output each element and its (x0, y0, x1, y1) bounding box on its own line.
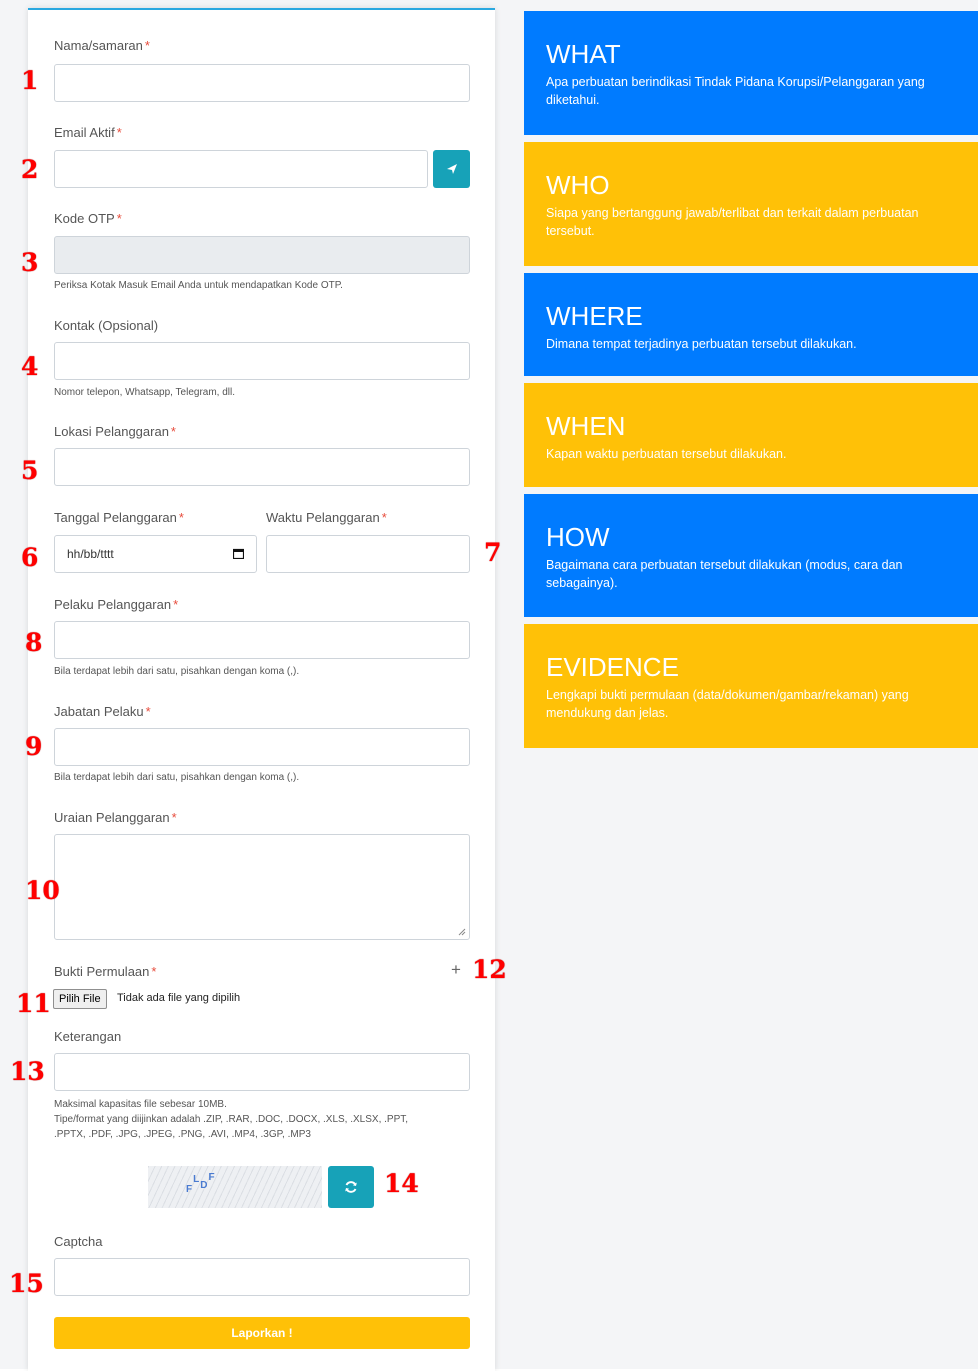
contact-help: Nomor telepon, Whatsapp, Telegram, dll. (54, 387, 236, 398)
file-format-help-2: .PPTX, .PDF, .JPG, .JPEG, .PNG, .AVI, .M… (54, 1129, 311, 1140)
annotation-15: 15 (9, 1269, 44, 1298)
annotation-1: 1 (21, 66, 39, 95)
perpetrator-input[interactable] (54, 621, 470, 659)
file-format-help-1: Tipe/format yang diijinkan adalah .ZIP, … (54, 1114, 409, 1125)
date-label: Tanggal Pelanggaran * (54, 510, 184, 525)
annotation-10: 10 (25, 876, 60, 905)
annotation-14: 14 (384, 1169, 419, 1198)
info-how: HOW Bagaimana cara perbuatan tersebut di… (524, 494, 978, 617)
calendar-icon[interactable] (233, 548, 244, 559)
time-input[interactable] (266, 535, 470, 573)
annotation-12: 12 (472, 955, 507, 984)
info-what-title: WHAT (546, 39, 621, 69)
annotation-3: 3 (21, 248, 39, 277)
annotation-7: 7 (484, 538, 502, 567)
plus-icon[interactable]: + (451, 961, 461, 978)
info-who-desc: Siapa yang bertanggung jawab/terlibat da… (546, 206, 919, 238)
info-who: WHO Siapa yang bertanggung jawab/terliba… (524, 142, 978, 266)
refresh-captcha-button[interactable] (328, 1166, 374, 1208)
note-label: Keterangan (54, 1029, 122, 1044)
location-input[interactable] (54, 448, 470, 486)
note-input[interactable] (54, 1053, 470, 1091)
annotation-13: 13 (10, 1057, 45, 1086)
contact-label: Kontak (Opsional) (54, 318, 159, 333)
info-when-title: WHEN (546, 411, 626, 441)
email-input[interactable] (54, 150, 428, 188)
refresh-icon (345, 1181, 357, 1193)
location-label: Lokasi Pelanggaran * (54, 424, 176, 439)
submit-report-button[interactable]: Laporkan ! (54, 1317, 470, 1349)
info-evidence-title: EVIDENCE (546, 652, 679, 682)
file-size-help: Maksimal kapasitas file sebesar 10MB. (54, 1099, 227, 1110)
send-otp-button[interactable] (433, 150, 470, 188)
date-placeholder: hh/bb/tttt (67, 547, 114, 561)
annotation-8: 8 (25, 628, 43, 657)
info-evidence: EVIDENCE Lengkapi bukti permulaan (data/… (524, 624, 978, 748)
name-input[interactable] (54, 64, 470, 102)
name-label: Nama/samaran * (54, 38, 150, 53)
otp-label: Kode OTP * (54, 211, 122, 226)
choose-file-button[interactable]: Pilih File (53, 989, 107, 1009)
annotation-4: 4 (21, 352, 39, 381)
description-textarea[interactable] (54, 834, 470, 940)
otp-help: Periksa Kotak Masuk Email Anda untuk men… (54, 280, 343, 291)
annotation-6: 6 (21, 543, 39, 572)
info-when-desc: Kapan waktu perbuatan tersebut dilakukan… (546, 447, 787, 461)
captcha-image: FLDF (148, 1166, 322, 1208)
info-who-title: WHO (546, 170, 610, 200)
info-where-desc: Dimana tempat terjadinya perbuatan terse… (546, 337, 857, 351)
annotation-2: 2 (21, 155, 39, 184)
file-status-text: Tidak ada file yang dipilih (117, 992, 241, 1004)
position-label: Jabatan Pelaku * (54, 704, 151, 719)
info-when: WHEN Kapan waktu perbuatan tersebut dila… (524, 383, 978, 487)
time-label: Waktu Pelanggaran * (266, 510, 387, 525)
info-what-desc: Apa perbuatan berindikasi Tindak Pidana … (546, 75, 925, 107)
description-label: Uraian Pelanggaran * (54, 810, 177, 825)
paper-plane-icon (446, 164, 457, 174)
captcha-label: Captcha (54, 1234, 103, 1249)
annotation-9: 9 (25, 732, 43, 761)
info-how-title: HOW (546, 522, 610, 552)
info-how-desc: Bagaimana cara perbuatan tersebut dilaku… (546, 558, 903, 590)
perpetrator-label: Pelaku Pelanggaran * (54, 597, 179, 612)
evidence-label: Bukti Permulaan * (54, 964, 157, 979)
position-input[interactable] (54, 728, 470, 766)
info-what: WHAT Apa perbuatan berindikasi Tindak Pi… (524, 11, 978, 135)
info-where-title: WHERE (546, 301, 643, 331)
date-input[interactable]: hh/bb/tttt (54, 535, 257, 573)
position-help: Bila terdapat lebih dari satu, pisahkan … (54, 772, 300, 783)
captcha-image-text: FLDF (186, 1172, 215, 1195)
annotation-5: 5 (21, 456, 39, 485)
contact-input[interactable] (54, 342, 470, 380)
captcha-input[interactable] (54, 1258, 470, 1296)
resize-grip-icon[interactable] (458, 928, 466, 936)
info-evidence-desc: Lengkapi bukti permulaan (data/dokumen/g… (546, 688, 909, 720)
otp-input[interactable] (54, 236, 470, 274)
info-where: WHERE Dimana tempat terjadinya perbuatan… (524, 273, 978, 376)
annotation-11: 11 (16, 989, 51, 1018)
email-label: Email Aktif * (54, 125, 122, 140)
perpetrator-help: Bila terdapat lebih dari satu, pisahkan … (54, 666, 300, 677)
